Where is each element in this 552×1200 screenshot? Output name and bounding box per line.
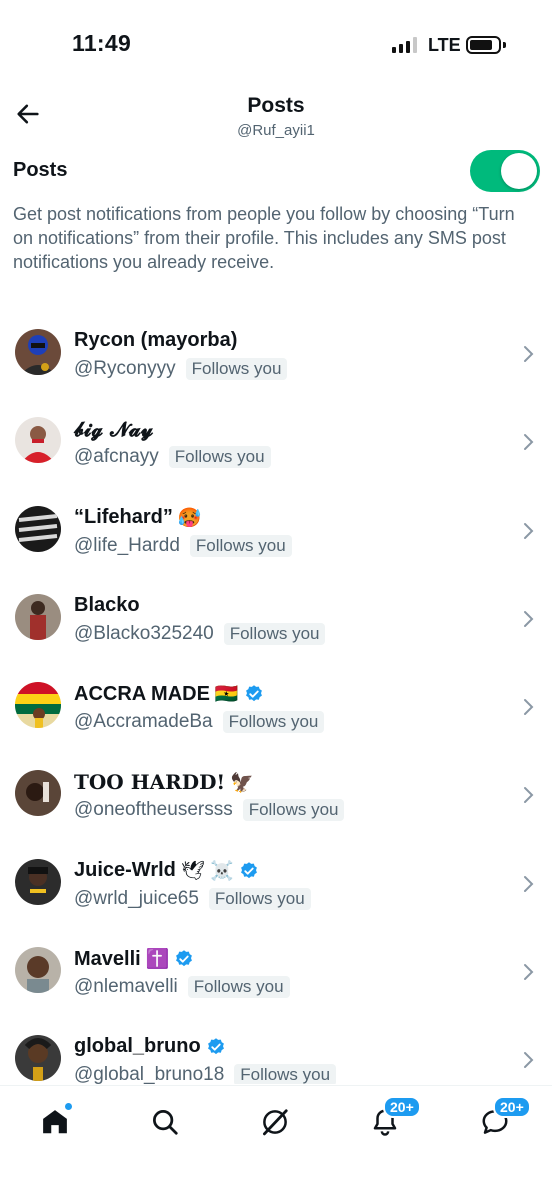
follows-you-badge: Follows you (223, 622, 326, 645)
user-handle-line: @Ryconyyy Follows you (74, 358, 288, 380)
notifications-count-badge: 20+ (383, 1096, 421, 1118)
user-row[interactable]: Rycon (mayorba) @Ryconyyy Follows you (0, 310, 552, 398)
user-row[interactable]: ACCRA MADE 🇬🇭 @AccramadeBa Follows you (0, 663, 552, 751)
home-unread-dot (64, 1102, 73, 1111)
verified-badge-icon (245, 685, 262, 702)
header: Posts @Ruf_ayii1 (0, 88, 552, 148)
verified-badge-icon (207, 1038, 224, 1054)
avatar (15, 770, 61, 817)
user-name: global_bruno (74, 1035, 226, 1058)
user-name: Juice-Wrld 🕊 ☠️ (74, 859, 259, 883)
user-handle: @AccramadeBa (74, 711, 213, 733)
grok-icon (263, 1109, 288, 1136)
user-handle-line: @global_bruno18 Follows you (74, 1064, 337, 1084)
avatar (15, 1035, 61, 1082)
chevron-right-icon (524, 787, 534, 804)
posts-setting-description: Get post notifications from people you f… (13, 204, 515, 272)
user-row[interactable]: global_bruno @global_bruno18 Follows you (0, 1016, 552, 1084)
verified-badge-icon (176, 950, 193, 967)
battery-tip (503, 42, 506, 48)
name-emoji: 🥵 (177, 507, 202, 529)
network-type: LTE (428, 35, 461, 55)
user-handle: @wrld_juice65 (74, 887, 199, 909)
user-handle: @oneoftheusersss (74, 799, 233, 821)
battery-icon (466, 36, 501, 54)
avatar (15, 947, 61, 994)
nav-messages[interactable]: 20+ (475, 1096, 531, 1142)
user-row[interactable]: “Lifehard” 🥵 @life_Hardd Follows you (0, 487, 552, 575)
verified-badge-icon (241, 862, 257, 878)
avatar (15, 329, 61, 375)
user-row[interactable]: 𝓫𝓲𝓰 𝓝𝓪𝔂 @afcnayy Follows you (0, 398, 552, 486)
user-handle: @global_bruno18 (74, 1064, 225, 1084)
user-name: TOO HARDD! 🦅 (74, 770, 254, 795)
signal-icon (392, 37, 417, 53)
status-bar: 11:49 LTE (0, 0, 552, 90)
user-handle: @Ryconyyy (74, 358, 176, 379)
user-handle: @life_Hardd (74, 534, 180, 556)
follows-you-badge: Follows you (185, 358, 288, 380)
user-handle-line: @Blacko325240 Follows you (74, 622, 326, 645)
nav-notifications[interactable]: 20+ (365, 1096, 421, 1142)
follows-you-badge: Follows you (208, 887, 311, 910)
user-list: Rycon (mayorba) @Ryconyyy Follows you 𝓫𝓲… (0, 310, 552, 1084)
user-handle: @nlemavelli (74, 976, 178, 998)
posts-toggle[interactable] (470, 150, 540, 192)
nav-search[interactable] (145, 1102, 185, 1142)
user-handle-line: @life_Hardd Follows you (74, 534, 292, 557)
name-emoji: ✝️ (145, 949, 170, 971)
user-row[interactable]: Juice-Wrld 🕊 ☠️ @wrld_juice65 Follows you (0, 840, 552, 928)
name-emoji: 🕊 ☠️ (180, 860, 234, 882)
chevron-right-icon (524, 522, 534, 539)
avatar (15, 682, 61, 729)
chevron-right-icon (524, 964, 534, 981)
name-emoji: 🦅 (230, 771, 254, 794)
follows-you-badge: Follows you (168, 446, 271, 469)
chevron-right-icon (524, 1052, 534, 1069)
avatar (15, 505, 61, 552)
page-title: Posts (247, 94, 305, 117)
name-emoji: 🇬🇭 (214, 684, 239, 706)
follows-you-badge: Follows you (187, 976, 290, 999)
user-handle-line: @AccramadeBa Follows you (74, 711, 325, 734)
user-row[interactable]: TOO HARDD! 🦅 @oneoftheusersss Follows you (0, 751, 552, 839)
follows-you-badge: Follows you (222, 711, 325, 734)
avatar (15, 593, 61, 640)
status-time: 11:49 (72, 30, 132, 56)
search-icon (153, 1110, 178, 1135)
user-row[interactable]: Mavelli ✝️ @nlemavelli Follows you (0, 928, 552, 1016)
chevron-right-icon (524, 346, 534, 362)
avatar (15, 417, 61, 464)
toggle-knob (501, 153, 537, 189)
posts-setting-label: Posts (13, 159, 68, 181)
avatar (15, 858, 61, 905)
user-name: Mavelli ✝️ (74, 947, 194, 971)
user-handle-line: @nlemavelli Follows you (74, 976, 290, 999)
user-name: 𝓫𝓲𝓰 𝓝𝓪𝔂 (74, 417, 154, 442)
user-handle: @Blacko325240 (74, 622, 214, 644)
user-handle: @afcnayy (74, 446, 159, 468)
user-row[interactable]: Blacko @Blacko325240 Follows you (0, 575, 552, 663)
home-icon (43, 1110, 67, 1134)
bottom-nav: 20+ 20+ (0, 1085, 552, 1200)
chevron-right-icon (524, 875, 534, 892)
nav-grok[interactable] (255, 1102, 295, 1142)
user-handle-line: @oneoftheusersss Follows you (74, 799, 345, 822)
user-name: “Lifehard” 🥵 (74, 506, 202, 529)
chevron-right-icon (524, 610, 534, 627)
user-name: Rycon (mayorba) (74, 329, 238, 351)
chevron-right-icon (524, 699, 534, 716)
follows-you-badge: Follows you (242, 799, 345, 822)
user-handle-line: @afcnayy Follows you (74, 446, 271, 469)
nav-home[interactable] (35, 1102, 75, 1142)
user-name: Blacko (74, 593, 140, 616)
messages-count-badge: 20+ (493, 1096, 531, 1118)
user-handle-line: @wrld_juice65 Follows you (74, 887, 311, 910)
user-name: ACCRA MADE 🇬🇭 (74, 682, 264, 706)
chevron-right-icon (524, 434, 534, 451)
follows-you-badge: Follows you (234, 1064, 337, 1084)
page-subtitle: @Ruf_ayii1 (237, 122, 315, 139)
follows-you-badge: Follows you (189, 534, 292, 557)
